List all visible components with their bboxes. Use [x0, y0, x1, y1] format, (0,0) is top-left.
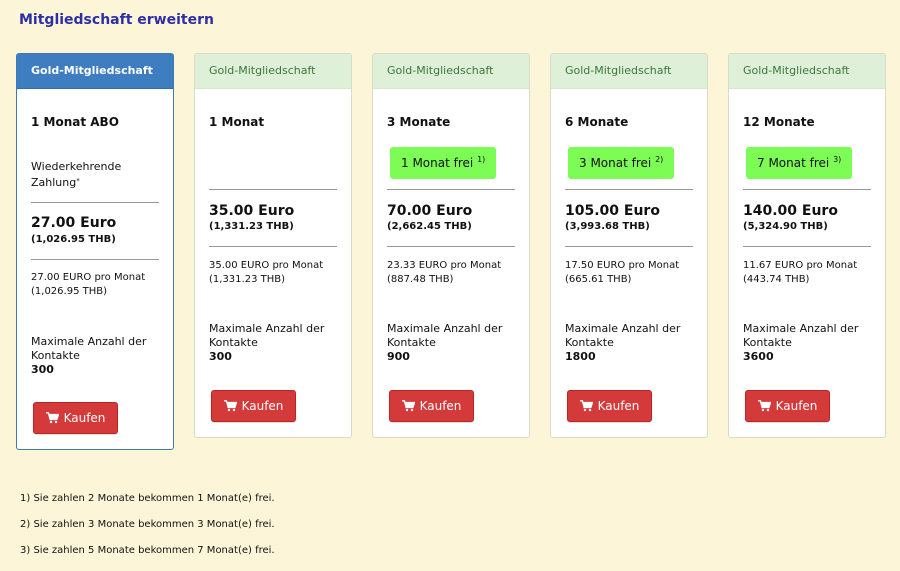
free-months-label: 3 Monat frei [579, 156, 652, 170]
monthly-price-thb: (665.61 THB) [565, 274, 632, 285]
max-contacts: Maximale Anzahl der Kontakte 1800 [565, 322, 705, 364]
monthly-price: 17.50 EURO pro Monat (665.61 THB) [565, 259, 679, 287]
max-contacts: Maximale Anzahl der Kontakte 900 [387, 322, 527, 364]
plan-name: 3 Monate [387, 115, 451, 129]
plan-card-1-monat-abo: Gold-Mitgliedschaft 1 Monat ABO Wiederke… [16, 53, 174, 450]
footnote-1: 1) Sie zahlen 2 Monate bekommen 1 Monat(… [20, 493, 275, 504]
monthly-price-euro: 35.00 EURO pro Monat [209, 260, 324, 271]
plan-price-thb: (1,331.23 THB) [209, 221, 294, 232]
monthly-price-euro: 17.50 EURO pro Monat [565, 260, 680, 271]
free-months-label: 7 Monat frei [757, 156, 830, 170]
max-contacts-label: Maximale Anzahl der Kontakte [209, 322, 325, 349]
monthly-price-euro: 27.00 EURO pro Monat [31, 272, 146, 283]
buy-button[interactable]: Kaufen [745, 390, 830, 422]
monthly-price: 11.67 EURO pro Monat (443.74 THB) [743, 259, 857, 287]
buy-button-label: Kaufen [775, 399, 818, 413]
max-contacts-count: 300 [209, 350, 232, 363]
shopping-cart-icon [45, 412, 59, 424]
plan-price: 35.00 Euro [209, 203, 295, 219]
footnote-3: 3) Sie zahlen 5 Monate bekommen 7 Monat(… [20, 545, 275, 556]
free-months-label: 1 Monat frei [401, 156, 474, 170]
divider [743, 189, 871, 190]
plan-header: Gold-Mitgliedschaft [373, 54, 529, 89]
divider [565, 189, 693, 190]
shopping-cart-icon [757, 400, 771, 412]
monthly-price-thb: (887.48 THB) [387, 274, 454, 285]
max-contacts-label: Maximale Anzahl der Kontakte [387, 322, 503, 349]
free-months-badge: 7 Monat frei 3) [746, 147, 853, 179]
max-contacts-label: Maximale Anzahl der Kontakte [31, 335, 147, 362]
plan-name: 6 Monate [565, 115, 629, 129]
footnote-2: 2) Sie zahlen 3 Monate bekommen 3 Monat(… [20, 519, 275, 530]
plan-price-thb: (5,324.90 THB) [743, 221, 828, 232]
plan-card-3-monate: Gold-Mitgliedschaft 3 Monate 1 Monat fre… [372, 53, 530, 438]
plan-card-6-monate: Gold-Mitgliedschaft 6 Monate 3 Monat fre… [550, 53, 708, 438]
plan-header: Gold-Mitgliedschaft [195, 54, 351, 89]
divider [387, 246, 515, 247]
buy-button[interactable]: Kaufen [33, 402, 118, 434]
plan-name: 1 Monat ABO [31, 115, 119, 129]
monthly-price-thb: (1,026.95 THB) [31, 286, 108, 297]
plan-price-thb: (3,993.68 THB) [565, 221, 650, 232]
max-contacts-count: 300 [31, 363, 54, 376]
divider [31, 259, 159, 260]
recurring-marker: * [76, 177, 80, 185]
max-contacts: Maximale Anzahl der Kontakte 300 [31, 335, 171, 377]
plan-price-thb: (1,026.95 THB) [31, 234, 116, 245]
plan-name: 1 Monat [209, 115, 265, 129]
plan-header: Gold-Mitgliedschaft [17, 54, 173, 89]
monthly-price: 35.00 EURO pro Monat (1,331.23 THB) [209, 259, 323, 287]
free-months-badge: 1 Monat frei 1) [390, 147, 497, 179]
monthly-price-thb: (443.74 THB) [743, 274, 810, 285]
divider [387, 189, 515, 190]
max-contacts: Maximale Anzahl der Kontakte 3600 [743, 322, 883, 364]
buy-button[interactable]: Kaufen [211, 390, 296, 422]
max-contacts-count: 900 [387, 350, 410, 363]
divider [209, 189, 337, 190]
footnote-ref: 2) [655, 155, 664, 164]
buy-button-label: Kaufen [597, 399, 640, 413]
buy-button-label: Kaufen [63, 411, 106, 425]
plan-price: 140.00 Euro [743, 203, 838, 219]
max-contacts-count: 3600 [743, 350, 774, 363]
max-contacts-count: 1800 [565, 350, 596, 363]
monthly-price: 23.33 EURO pro Monat (887.48 THB) [387, 259, 501, 287]
divider [31, 202, 159, 203]
buy-button[interactable]: Kaufen [389, 390, 474, 422]
divider [743, 246, 871, 247]
buy-button[interactable]: Kaufen [567, 390, 652, 422]
monthly-price-euro: 23.33 EURO pro Monat [387, 260, 502, 271]
page-title: Mitgliedschaft erweitern [19, 12, 214, 28]
plan-header: Gold-Mitgliedschaft [551, 54, 707, 89]
buy-button-label: Kaufen [419, 399, 462, 413]
footnotes: 1) Sie zahlen 2 Monate bekommen 1 Monat(… [20, 493, 275, 571]
max-contacts-label: Maximale Anzahl der Kontakte [743, 322, 859, 349]
free-months-badge: 3 Monat frei 2) [568, 147, 675, 179]
max-contacts-label: Maximale Anzahl der Kontakte [565, 322, 681, 349]
max-contacts: Maximale Anzahl der Kontakte 300 [209, 322, 349, 364]
plan-list: Gold-Mitgliedschaft 1 Monat ABO Wiederke… [16, 53, 892, 453]
plan-card-1-monat: Gold-Mitgliedschaft 1 Monat 35.00 Euro (… [194, 53, 352, 438]
divider [209, 246, 337, 247]
monthly-price: 27.00 EURO pro Monat (1,026.95 THB) [31, 271, 145, 299]
footnote-ref: 1) [477, 155, 486, 164]
shopping-cart-icon [401, 400, 415, 412]
monthly-price-euro: 11.67 EURO pro Monat [743, 260, 858, 271]
monthly-price-thb: (1,331.23 THB) [209, 274, 286, 285]
plan-price: 27.00 Euro [31, 215, 117, 231]
plan-price: 105.00 Euro [565, 203, 660, 219]
shopping-cart-icon [223, 400, 237, 412]
plan-price-thb: (2,662.45 THB) [387, 221, 472, 232]
plan-price: 70.00 Euro [387, 203, 473, 219]
recurring-payment-note: Wiederkehrende Zahlung* [31, 159, 161, 191]
buy-button-label: Kaufen [241, 399, 284, 413]
footnote-ref: 3) [833, 155, 842, 164]
plan-name: 12 Monate [743, 115, 815, 129]
plan-card-12-monate: Gold-Mitgliedschaft 12 Monate 7 Monat fr… [728, 53, 886, 438]
shopping-cart-icon [579, 400, 593, 412]
divider [565, 246, 693, 247]
plan-header: Gold-Mitgliedschaft [729, 54, 885, 89]
